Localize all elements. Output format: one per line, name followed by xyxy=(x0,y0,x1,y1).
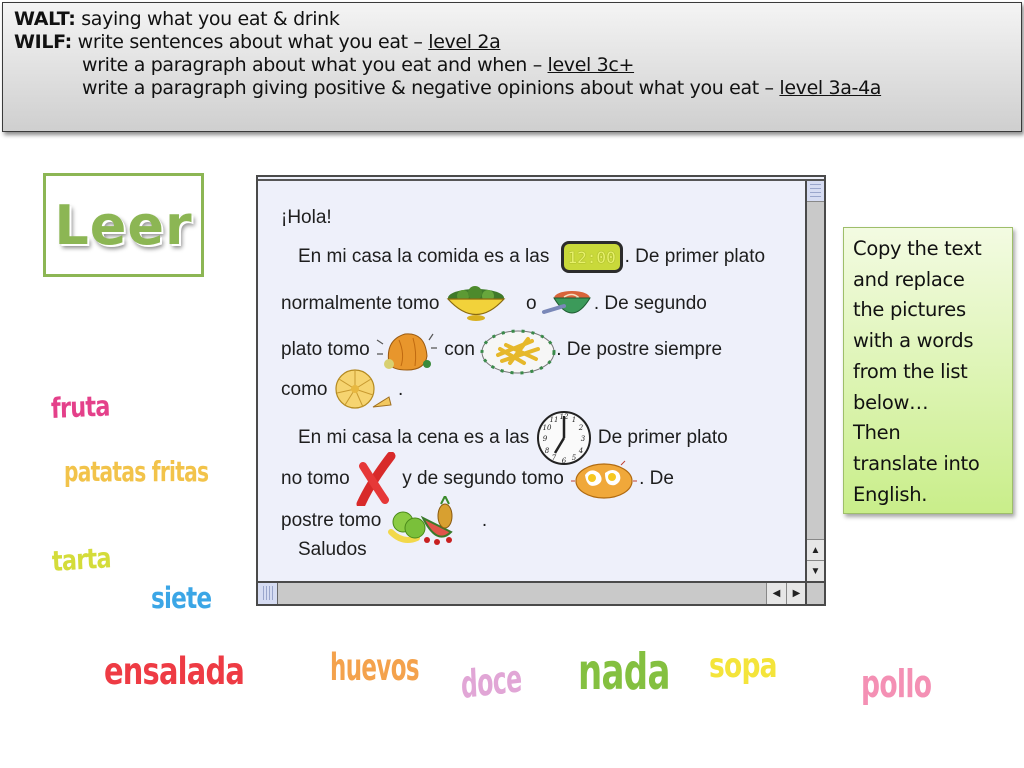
word-nada[interactable]: nada xyxy=(578,643,670,701)
activity-label-box: Leer xyxy=(43,173,204,277)
svg-text:9: 9 xyxy=(542,435,547,443)
wilf-level: level 3c+ xyxy=(547,54,635,76)
word-patatas-fritas[interactable]: patatas fritas xyxy=(64,455,209,488)
text-segment: De primer plato xyxy=(597,427,728,449)
horizontal-scrollbar[interactable]: ◀ ▶ xyxy=(258,581,807,604)
objectives-box: WALT: saying what you eat & drink WILF: … xyxy=(2,2,1022,132)
scroll-right-button[interactable]: ▶ xyxy=(786,583,806,604)
scrollbar-corner xyxy=(805,581,824,604)
text-segment: . De segundo xyxy=(593,293,707,315)
text-segment: . De xyxy=(639,468,674,490)
svg-text:10: 10 xyxy=(542,424,551,432)
walt-label: WALT: xyxy=(14,8,76,30)
word-siete[interactable]: siete xyxy=(151,581,212,615)
wilf-item-text: write a paragraph about what you eat and… xyxy=(82,54,548,76)
text-segment: postre tomo xyxy=(281,510,382,532)
text-segment: . xyxy=(398,379,404,401)
walt-line: WALT: saying what you eat & drink xyxy=(14,8,1021,31)
signoff: Saludos xyxy=(298,539,367,560)
horizontal-scroll-thumb[interactable] xyxy=(258,583,278,604)
instruction-line: from the list xyxy=(853,359,968,383)
scroll-down-button[interactable]: ▼ xyxy=(807,560,824,581)
clock-time: 12:00 xyxy=(563,244,620,270)
fruit-tart-icon xyxy=(335,369,392,409)
instruction-line: and replace xyxy=(853,267,965,291)
wilf-line-3: write a paragraph giving positive & nega… xyxy=(14,77,1021,100)
wilf-line-1: WILF: write sentences about what you eat… xyxy=(14,31,1021,54)
instruction-line: below… xyxy=(853,390,929,414)
text-line-4: como . xyxy=(281,367,403,413)
word-sopa[interactable]: sopa xyxy=(709,646,778,686)
word-huevos[interactable]: huevos xyxy=(330,646,419,689)
text-segment: o xyxy=(525,293,537,315)
instruction-line: English. xyxy=(853,482,928,506)
text-segment: como xyxy=(281,379,328,401)
text-segment: no tomo xyxy=(281,468,350,490)
wilf-item-text: write sentences about what you eat – xyxy=(71,31,429,53)
wilf-line-2: write a paragraph about what you eat and… xyxy=(14,54,1021,77)
text-segment: . xyxy=(481,510,488,532)
greeting: ¡Hola! xyxy=(281,207,332,228)
instruction-line: the pictures xyxy=(853,298,966,322)
instruction-line: translate into xyxy=(853,451,980,475)
wilf-level: level 2a xyxy=(428,31,501,53)
scroll-up-button[interactable]: ▲ xyxy=(807,539,824,560)
salad-bowl-icon xyxy=(446,286,506,321)
text-segment: con xyxy=(444,339,475,361)
svg-text:11: 11 xyxy=(549,416,558,424)
instruction-line: Copy the text xyxy=(853,237,982,260)
wilf-label: WILF: xyxy=(14,31,72,53)
text-segment: plato tomo xyxy=(281,339,370,361)
instruction-line: with a words xyxy=(853,329,974,353)
text-segment: y de segundo tomo xyxy=(402,468,564,490)
svg-text:3: 3 xyxy=(580,435,585,443)
vertical-scroll-thumb[interactable] xyxy=(807,181,824,202)
instructions-box: Copy the text and replace the pictures w… xyxy=(843,227,1013,514)
svg-text:2: 2 xyxy=(577,424,583,432)
instruction-line: Then xyxy=(853,421,901,445)
scroll-left-button[interactable]: ◀ xyxy=(766,583,786,604)
wilf-item-text: write a paragraph giving positive & nega… xyxy=(82,77,780,99)
activity-label: Leer xyxy=(54,193,193,257)
digital-clock-icon: 12:00 xyxy=(560,241,623,273)
word-fruta[interactable]: fruta xyxy=(51,389,110,425)
word-ensalada[interactable]: ensalada xyxy=(104,650,245,693)
word-doce[interactable]: doce xyxy=(460,656,522,707)
fruit-basket-icon xyxy=(387,496,453,545)
text-segment: En mi casa la cena es a las xyxy=(298,427,530,449)
walt-text: saying what you eat & drink xyxy=(75,8,340,30)
right-arrow-icon: ▶ xyxy=(792,588,801,599)
soup-bowl-icon xyxy=(541,291,591,314)
svg-text:1: 1 xyxy=(571,416,575,424)
word-tarta[interactable]: tarta xyxy=(51,541,111,578)
text-segment: En mi casa la comida es a las xyxy=(298,246,550,268)
text-line-1: En mi casa la comida es a las 12:00. De … xyxy=(298,241,765,273)
word-pollo[interactable]: pollo xyxy=(861,662,932,706)
text-segment: . De primer plato xyxy=(624,246,766,268)
plate-of-fries-icon xyxy=(480,329,556,375)
wilf-level: level 3a-4a xyxy=(779,77,882,99)
up-arrow-icon: ▲ xyxy=(810,544,821,556)
text-line-2: normalmente tomo o . De segundo xyxy=(281,284,707,324)
left-arrow-icon: ◀ xyxy=(772,588,781,599)
text-segment: normalmente tomo xyxy=(281,293,440,315)
vertical-scrollbar[interactable]: ▲ ▼ xyxy=(805,181,824,581)
fried-eggs-icon xyxy=(571,460,638,499)
reading-window: ¡Hola! En mi casa la comida es a las 12:… xyxy=(256,175,826,606)
down-arrow-icon: ▼ xyxy=(810,565,821,577)
reading-text: ¡Hola! En mi casa la comida es a las 12:… xyxy=(258,181,807,581)
text-segment: . De postre siempre xyxy=(556,339,723,361)
